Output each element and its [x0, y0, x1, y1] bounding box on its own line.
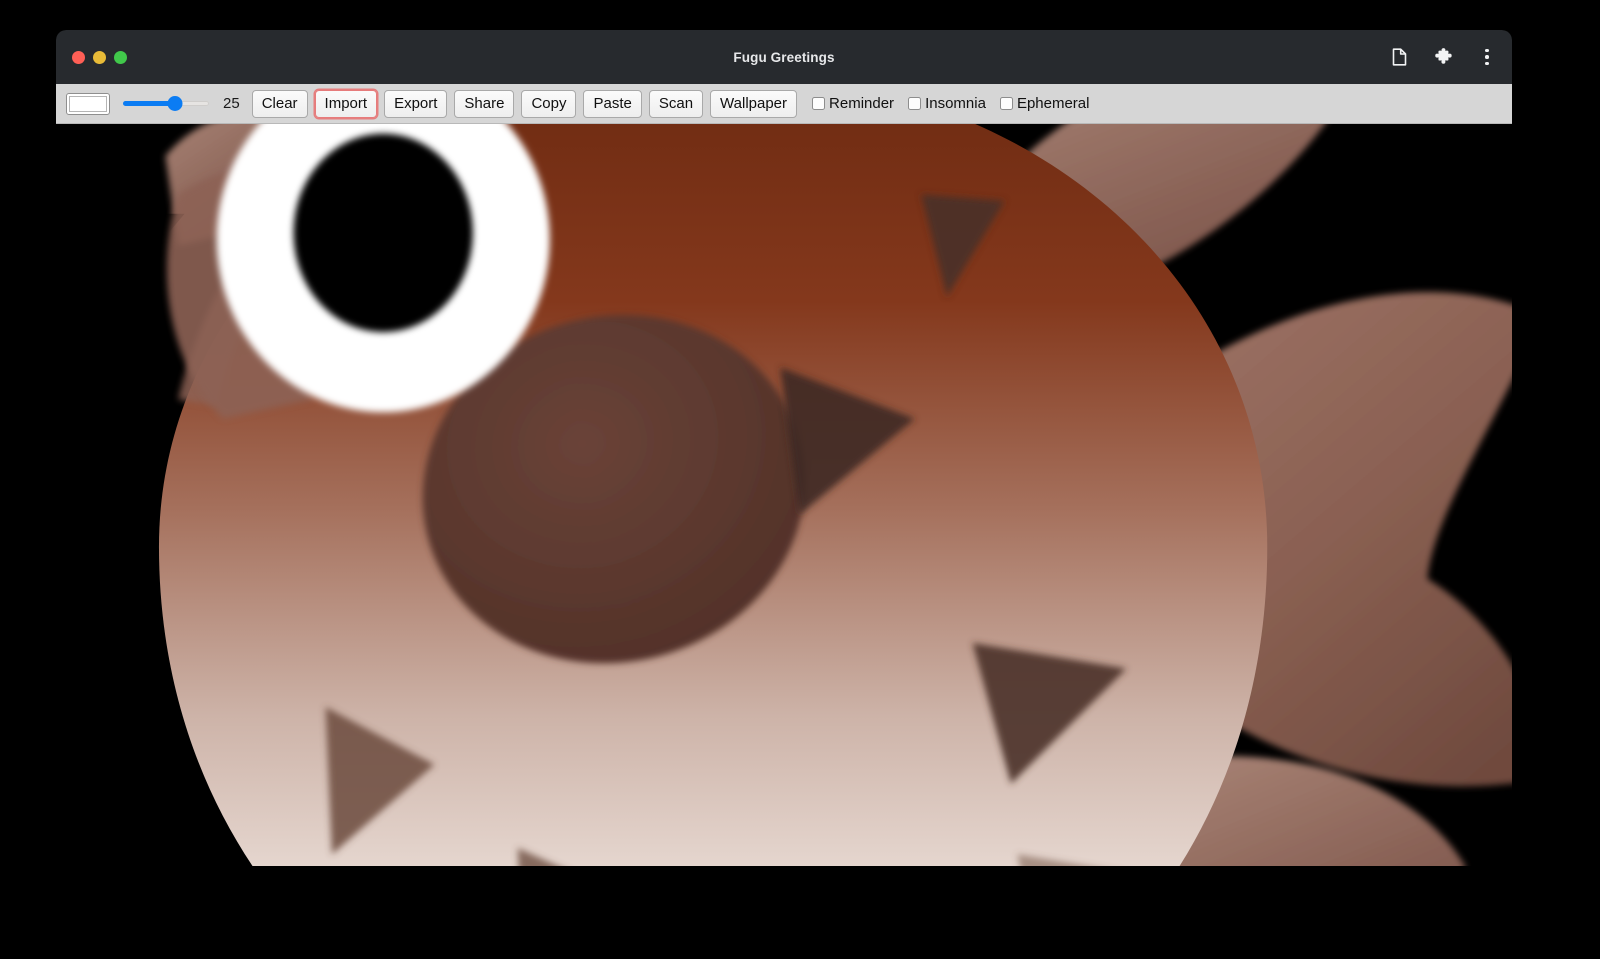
toolbar-checkboxes: Reminder Insomnia Ephemeral	[812, 96, 1089, 111]
insomnia-label: Insomnia	[925, 96, 986, 111]
minimize-window-button[interactable]	[93, 51, 106, 64]
maximize-window-button[interactable]	[114, 51, 127, 64]
ephemeral-label: Ephemeral	[1017, 96, 1090, 111]
window-title: Fugu Greetings	[56, 50, 1512, 65]
ephemeral-checkbox-item[interactable]: Ephemeral	[1000, 96, 1090, 111]
app-toolbar: 25 Clear Import Export Share Copy Paste …	[56, 84, 1512, 124]
app-window: Fugu Greetings 2	[56, 30, 1512, 866]
share-button[interactable]: Share	[454, 90, 514, 118]
document-icon[interactable]	[1388, 46, 1410, 68]
color-picker-input[interactable]	[66, 93, 110, 115]
titlebar-actions	[1388, 46, 1498, 68]
blowfish-emoji-image	[56, 124, 1512, 866]
window-titlebar: Fugu Greetings	[56, 30, 1512, 84]
ephemeral-checkbox[interactable]	[1000, 97, 1013, 110]
slider-thumb[interactable]	[167, 96, 182, 111]
close-window-button[interactable]	[72, 51, 85, 64]
puzzle-piece-icon[interactable]	[1432, 46, 1454, 68]
insomnia-checkbox[interactable]	[908, 97, 921, 110]
slider-value-label: 25	[223, 96, 240, 111]
wallpaper-button[interactable]: Wallpaper	[710, 90, 797, 118]
kebab-menu-icon[interactable]	[1476, 46, 1498, 68]
window-traffic-lights	[72, 51, 127, 64]
stroke-width-slider[interactable]	[123, 94, 209, 114]
paste-button[interactable]: Paste	[583, 90, 641, 118]
export-button[interactable]: Export	[384, 90, 447, 118]
scan-button[interactable]: Scan	[649, 90, 703, 118]
copy-button[interactable]: Copy	[521, 90, 576, 118]
reminder-checkbox[interactable]	[812, 97, 825, 110]
import-button[interactable]: Import	[315, 90, 378, 118]
drawing-canvas[interactable]	[56, 124, 1512, 866]
reminder-checkbox-item[interactable]: Reminder	[812, 96, 894, 111]
insomnia-checkbox-item[interactable]: Insomnia	[908, 96, 986, 111]
clear-button[interactable]: Clear	[252, 90, 308, 118]
reminder-label: Reminder	[829, 96, 894, 111]
